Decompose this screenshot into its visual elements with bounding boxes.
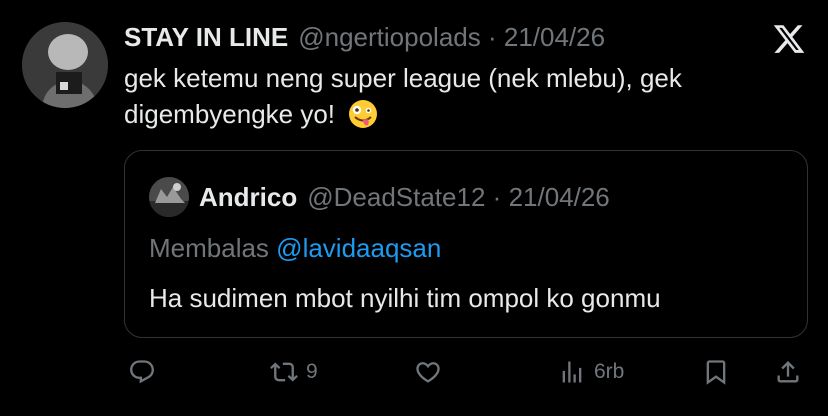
quote-display-name[interactable]: Andrico [199,182,297,213]
reply-prefix: Membalas [149,233,269,263]
bookmark-icon [706,360,726,385]
heart-icon [416,362,440,383]
reply-icon [130,360,154,384]
bookmark-button[interactable] [702,358,738,386]
repost-button[interactable]: 9 [270,358,318,386]
post-text: gek ketemu neng super league (nek mlebu)… [124,60,784,132]
x-logo-icon[interactable] [772,22,806,56]
reply-context: Membalas @lavidaaqsan [149,233,441,264]
reply-button[interactable] [128,358,164,386]
quote-handle[interactable]: @DeadState12 [307,182,485,212]
post-date[interactable]: 21/04/26 [504,22,605,52]
quote-text: Ha sudimen mbot nyilhi tim ompol ko gonm… [149,283,661,313]
share-icon [777,361,799,383]
repost-count: 9 [306,360,318,383]
quote-card[interactable]: Andrico @DeadState12 · 21/04/26 Membalas… [124,150,808,338]
quote-date[interactable]: 21/04/26 [509,182,610,212]
avatar[interactable] [22,22,108,108]
views-icon [562,361,582,383]
views-button[interactable]: 6rb [558,358,624,386]
views-count: 6rb [594,360,625,383]
display-name[interactable]: STAY IN LINE [124,22,288,53]
zany-face-emoji-icon [349,100,378,128]
reply-mention-link[interactable]: @lavidaaqsan [276,233,441,263]
avatar-image [22,22,108,108]
separator: · [487,22,497,52]
share-button[interactable] [774,358,810,386]
post-header: STAY IN LINE @ngertiopolads · 21/04/26 [124,22,605,53]
user-handle[interactable]: @ngertiopolads [298,22,481,52]
quote-avatar[interactable] [149,177,189,217]
post-text-content: gek ketemu neng super league (nek mlebu)… [124,63,682,129]
repost-icon [270,362,298,382]
quote-header: Andrico @DeadState12 · 21/04/26 [149,177,610,217]
quote-separator: · [492,181,502,212]
like-button[interactable] [414,358,450,386]
action-bar: 9 6rb [0,352,828,396]
